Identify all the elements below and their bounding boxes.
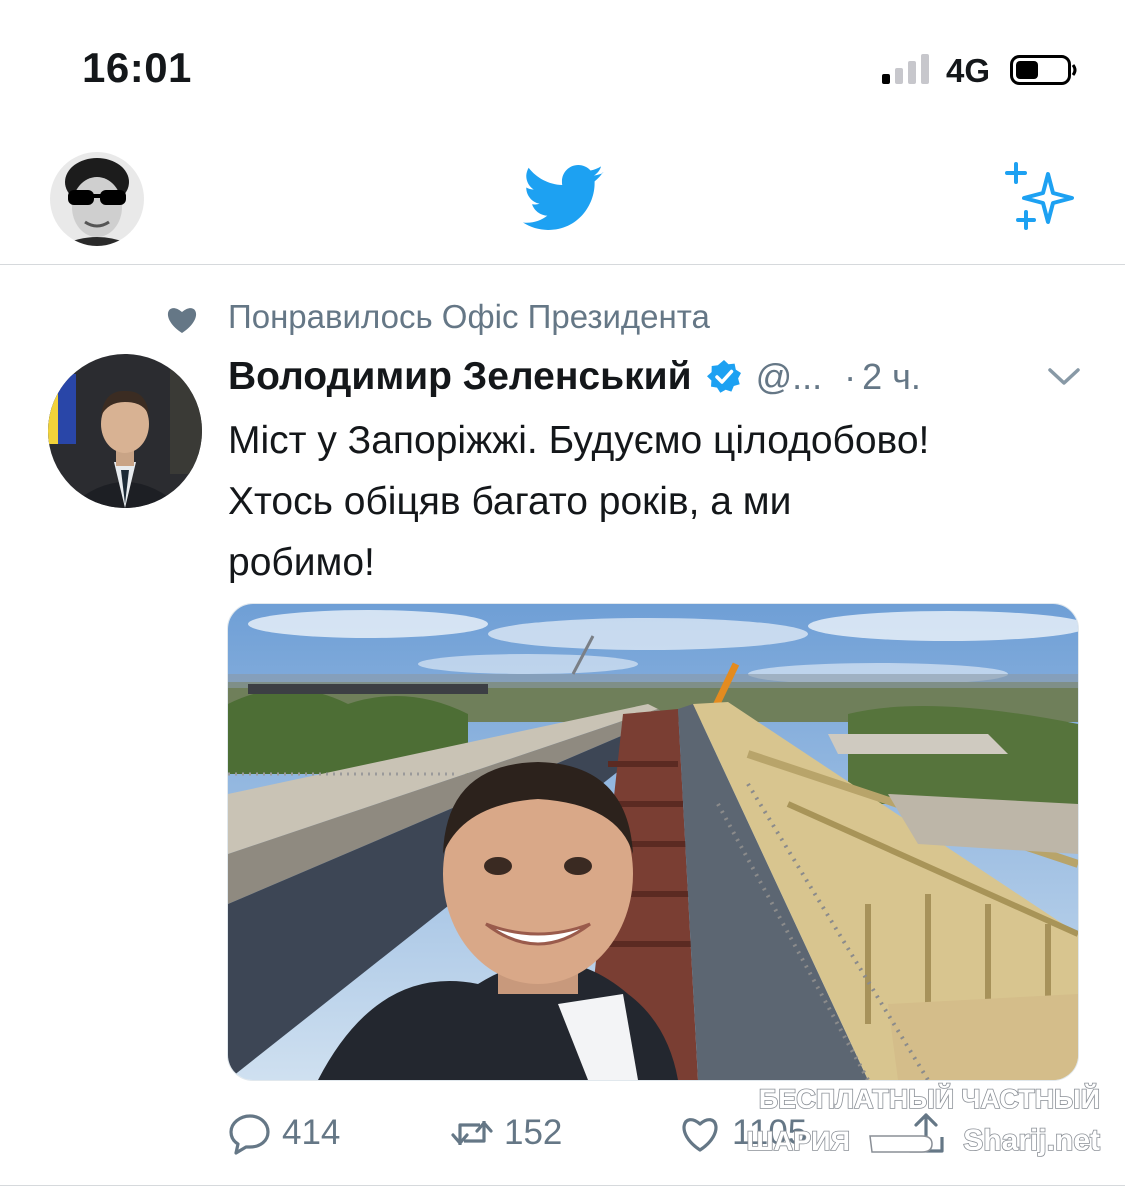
bridge-selfie-photo (228, 604, 1078, 1080)
twitter-bird-icon[interactable] (523, 165, 605, 233)
status-time: 16:01 (82, 44, 192, 91)
watermark-line1: БЕСПЛАТНЫЙ ЧАСТНЫЙ (759, 1083, 1100, 1114)
tweet-timestamp: 2 ч. (862, 356, 921, 397)
profile-photo (50, 152, 144, 246)
chevron-down-icon[interactable] (1046, 364, 1082, 388)
separator-dot: · (844, 356, 857, 397)
reply-count: 414 (282, 1113, 341, 1152)
divider (0, 1185, 1125, 1186)
battery-icon (1010, 55, 1077, 85)
watermark-line2: ШАРИЯ (747, 1126, 850, 1156)
author-handle[interactable]: @... (756, 356, 823, 398)
tweet-media-image[interactable] (227, 603, 1079, 1081)
author-name[interactable]: Володимир Зеленський (228, 355, 692, 399)
tweet-text-line: Міст у Запоріжжі. Будуємо цілодобово! (228, 419, 930, 462)
tweet-text-line: робимо! (228, 541, 375, 584)
tweet-text-line: Хтось обіцяв багато років, а ми (228, 480, 792, 523)
heart-icon (167, 308, 197, 333)
reply-button[interactable]: 414 (228, 1108, 340, 1158)
verified-badge-icon (706, 360, 741, 393)
sparkle-icon[interactable] (1004, 162, 1078, 232)
watermark-site: Sharij.net (963, 1124, 1100, 1157)
author-photo (48, 354, 202, 508)
retweet-button[interactable]: 152 (450, 1108, 562, 1158)
tweet-text: Міст у Запоріжжі. Будуємо цілодобово! Хт… (228, 410, 1088, 593)
author-avatar[interactable] (48, 354, 202, 508)
reply-icon (229, 1114, 270, 1155)
retweet-count: 152 (504, 1113, 563, 1152)
cellular-signal-icon (882, 54, 929, 84)
profile-avatar[interactable] (50, 152, 144, 246)
network-type: 4G (946, 52, 991, 89)
liked-by-label: Понравилось Офіс Президента (228, 298, 710, 335)
sharij-watermark-logo: БЕСПЛАТНЫЙ ЧАСТНЫЙ ШАРИЯ Sharij.net (746, 1082, 1101, 1158)
retweet-icon (451, 1121, 493, 1145)
tweet-header: Володимир Зеленський @... · 2 ч. (228, 352, 1088, 402)
pointing-hand-icon (869, 1135, 933, 1153)
